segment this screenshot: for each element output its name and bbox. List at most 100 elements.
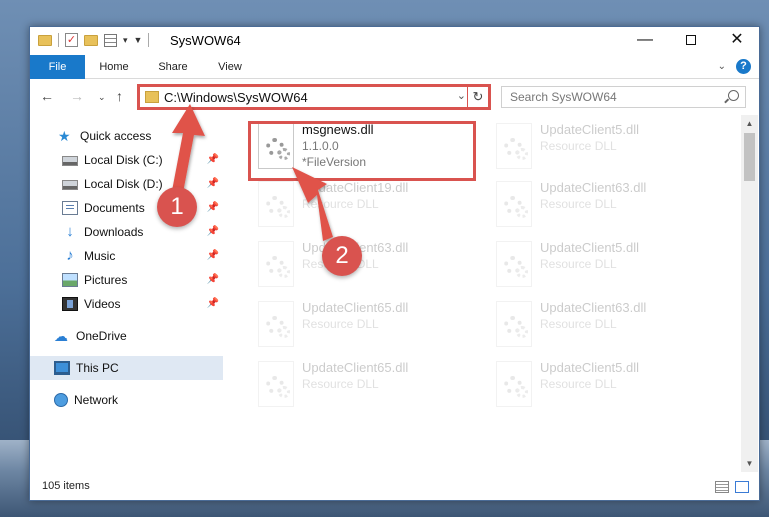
file-highlight-box: [248, 121, 476, 181]
scroll-up-icon[interactable]: ▲: [741, 115, 758, 132]
file-item[interactable]: UpdateClient65.dll Resource DLL: [252, 357, 482, 415]
dll-file-icon: [496, 361, 532, 407]
dll-file-icon: [258, 181, 294, 227]
search-input[interactable]: Search SysWOW64: [501, 86, 746, 108]
documents-icon: [62, 201, 78, 215]
tab-view[interactable]: View: [208, 55, 252, 79]
file-item[interactable]: UpdateClient5.dll Resource DLL: [490, 357, 720, 415]
customize-qat-icon[interactable]: ▼: [134, 35, 143, 45]
file-description: Resource DLL: [540, 377, 617, 391]
refresh-button[interactable]: ↻: [467, 84, 491, 110]
tab-home[interactable]: Home: [92, 55, 136, 79]
download-icon: ↓: [66, 223, 74, 240]
scroll-thumb[interactable]: [744, 133, 755, 181]
window-title: SysWOW64: [170, 33, 241, 48]
properties-check-icon[interactable]: ✓: [65, 33, 78, 47]
explorer-window: ✓ ▾ ▼ SysWOW64 — ✕ File Home Share View …: [29, 26, 760, 501]
sidebar-item-quick-access[interactable]: ★ Quick access: [58, 124, 223, 148]
sidebar-item-label: Pictures: [84, 273, 128, 287]
tab-share[interactable]: Share: [151, 55, 195, 79]
large-icons-view-icon[interactable]: [735, 481, 749, 493]
file-name: UpdateClient5.dll: [540, 360, 640, 375]
folder-icon: [145, 91, 159, 103]
file-description: Resource DLL: [302, 317, 379, 331]
pin-icon[interactable]: 📌: [207, 226, 219, 237]
file-name: UpdateClient5.dll: [540, 122, 640, 137]
sidebar-item-label: Network: [74, 393, 119, 407]
pictures-icon: [62, 273, 78, 287]
music-icon: ♪: [66, 247, 74, 264]
file-item[interactable]: UpdateClient5.dll Resource DLL: [490, 237, 720, 295]
sidebar-item-local-disk-d[interactable]: Local Disk (D:) 📌: [30, 172, 223, 196]
sidebar-item-videos[interactable]: Videos 📌: [30, 292, 223, 316]
recent-locations-icon[interactable]: ⌄: [98, 92, 106, 103]
tab-file[interactable]: File: [30, 55, 85, 79]
forward-arrow-icon[interactable]: →: [70, 88, 84, 104]
pin-icon[interactable]: 📌: [207, 298, 219, 309]
minimize-button[interactable]: —: [622, 27, 668, 55]
file-item[interactable]: UpdateClient5.dll Resource DLL: [490, 119, 720, 177]
vertical-scrollbar[interactable]: ▲ ▼: [741, 115, 758, 472]
status-bar: 105 items: [30, 474, 759, 500]
file-description: Resource DLL: [302, 197, 379, 211]
sidebar-item-onedrive[interactable]: ☁ OneDrive: [30, 324, 223, 348]
pin-icon[interactable]: 📌: [207, 178, 219, 189]
sidebar-item-label: Videos: [84, 297, 121, 311]
new-folder-icon[interactable]: [84, 34, 98, 46]
pin-icon[interactable]: 📌: [207, 274, 219, 285]
file-item[interactable]: UpdateClient63.dll Resource DLL: [252, 237, 482, 295]
dll-file-icon: [258, 361, 294, 407]
item-count: 105 items: [42, 480, 90, 492]
file-description: Resource DLL: [302, 377, 379, 391]
title-bar: ✓ ▾ ▼ SysWOW64 — ✕: [30, 27, 759, 55]
address-path[interactable]: C:\Windows\SysWOW64: [164, 90, 308, 105]
sidebar-item-label: Downloads: [84, 225, 144, 239]
file-name: UpdateClient63.dll: [540, 180, 647, 195]
dll-file-icon: [496, 301, 532, 347]
folder-icon: [38, 34, 52, 46]
file-item[interactable]: UpdateClient19.dll Resource DLL: [252, 177, 482, 235]
address-dropdown-icon[interactable]: ⌄: [457, 89, 466, 102]
sidebar-item-label: Local Disk (D:): [84, 177, 163, 191]
star-icon: ★: [58, 128, 71, 144]
sidebar-item-this-pc[interactable]: This PC: [30, 356, 223, 380]
file-item[interactable]: UpdateClient65.dll Resource DLL: [252, 297, 482, 355]
file-item[interactable]: UpdateClient63.dll Resource DLL: [490, 177, 720, 235]
expand-ribbon-icon[interactable]: ⌄: [718, 61, 726, 72]
sidebar-item-downloads[interactable]: ↓ Downloads 📌: [30, 220, 223, 244]
search-placeholder: Search SysWOW64: [510, 90, 617, 104]
properties-icon[interactable]: [104, 33, 117, 47]
file-name: UpdateClient63.dll: [540, 300, 647, 315]
chevron-down-icon[interactable]: ▾: [123, 35, 128, 46]
details-view-icon[interactable]: [715, 481, 729, 493]
ribbon-tabs: File Home Share View ⌄ ?: [30, 55, 759, 79]
sidebar-item-pictures[interactable]: Pictures 📌: [30, 268, 223, 292]
drive-icon: [62, 180, 78, 190]
file-description: Resource DLL: [540, 139, 617, 153]
file-name: UpdateClient5.dll: [540, 240, 640, 255]
pin-icon[interactable]: 📌: [207, 250, 219, 261]
cloud-icon: ☁: [54, 328, 68, 344]
close-button[interactable]: ✕: [714, 27, 760, 55]
back-arrow-icon[interactable]: ←: [40, 88, 54, 104]
network-icon: [54, 393, 68, 407]
file-description: Resource DLL: [540, 197, 617, 211]
sidebar-item-label: OneDrive: [76, 329, 127, 343]
maximize-icon: [686, 34, 696, 45]
up-arrow-icon[interactable]: ↑: [116, 88, 123, 104]
help-icon[interactable]: ?: [736, 59, 751, 74]
maximize-button[interactable]: [668, 27, 714, 55]
dll-file-icon: [258, 241, 294, 287]
sidebar-item-label: Quick access: [80, 129, 152, 143]
sidebar-item-music[interactable]: ♪ Music 📌: [30, 244, 223, 268]
dll-file-icon: [496, 123, 532, 169]
sidebar-item-label: This PC: [76, 361, 119, 375]
scroll-down-icon[interactable]: ▼: [741, 455, 758, 472]
file-item[interactable]: UpdateClient63.dll Resource DLL: [490, 297, 720, 355]
pin-icon[interactable]: 📌: [207, 154, 219, 165]
pin-icon[interactable]: 📌: [207, 202, 219, 213]
quick-access-toolbar: ✓ ▾ ▼: [38, 33, 150, 47]
sidebar-item-network[interactable]: Network: [30, 388, 223, 412]
sidebar-item-local-disk-c[interactable]: Local Disk (C:) 📌: [30, 148, 223, 172]
address-bar[interactable]: C:\Windows\SysWOW64 ⌄ ↻: [137, 84, 491, 110]
